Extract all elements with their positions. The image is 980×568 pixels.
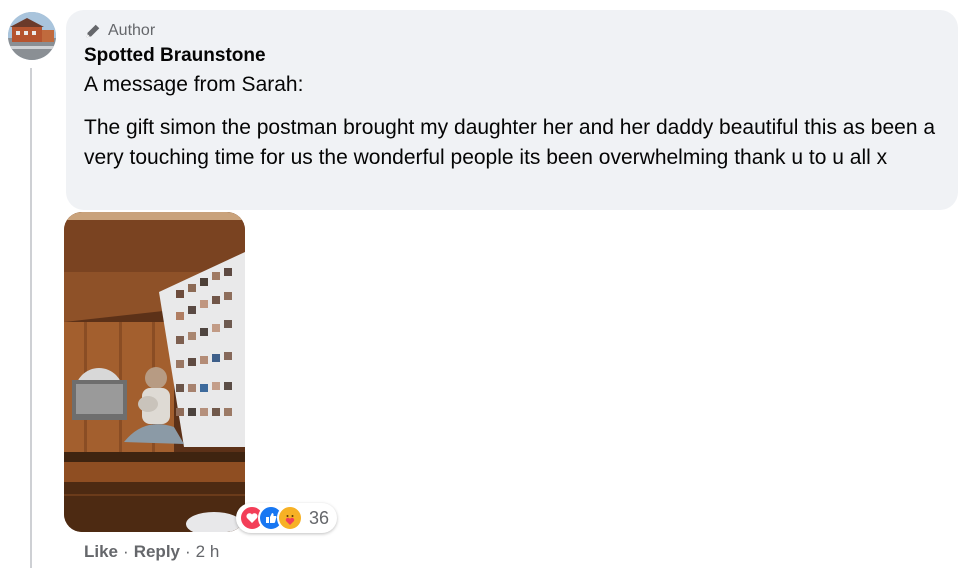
- comment-line-1: A message from Sarah:: [84, 73, 304, 96]
- pencil-icon: [86, 24, 100, 38]
- like-button[interactable]: Like: [84, 542, 118, 562]
- care-icon: [277, 505, 303, 531]
- separator: ·: [185, 542, 191, 561]
- author-badge-label: Author: [108, 22, 156, 39]
- reaction-count: 36: [309, 507, 330, 528]
- reaction-summary[interactable]: 36: [236, 503, 338, 533]
- comment-paragraph: The gift simon the postman brought my da…: [84, 116, 936, 169]
- timestamp[interactable]: 2 h: [196, 542, 220, 562]
- comment-actions: Like · Reply · 2 h: [84, 542, 219, 562]
- thread-line: [30, 68, 32, 568]
- author-name[interactable]: Spotted Braunstone: [84, 45, 266, 67]
- separator: ·: [123, 542, 129, 561]
- comment-photo[interactable]: [64, 212, 245, 532]
- reply-button[interactable]: Reply: [134, 542, 180, 562]
- author-badge: Author: [84, 20, 155, 42]
- comment-bubble: [66, 10, 958, 210]
- avatar[interactable]: [8, 12, 56, 60]
